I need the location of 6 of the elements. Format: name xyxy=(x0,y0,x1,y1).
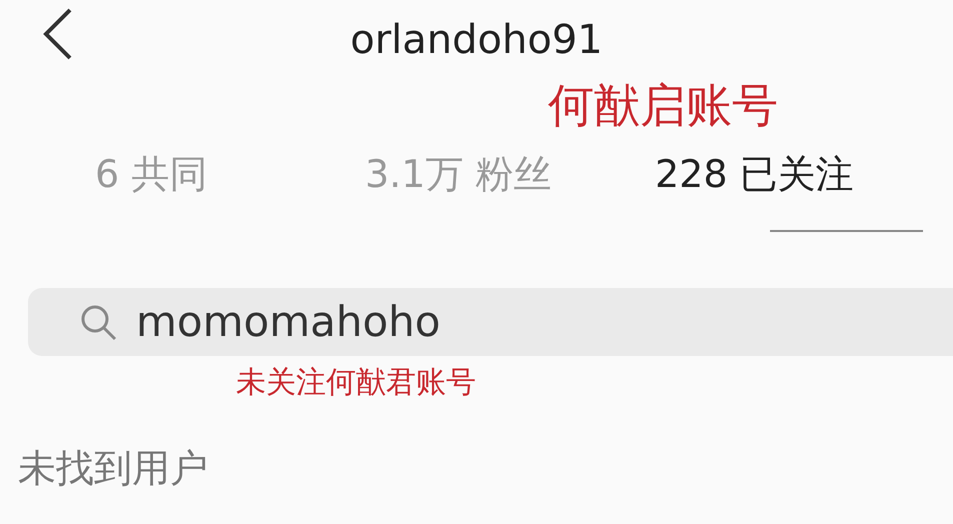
username-title: orlandoho91 xyxy=(350,17,603,63)
search-field[interactable]: momomahoho xyxy=(28,288,953,356)
annotation-text: 未关注何猷君账号 xyxy=(236,364,476,402)
annotation-text: 何猷启账号 xyxy=(548,80,778,131)
empty-message: 未找到用户 xyxy=(18,444,208,492)
stat-label[interactable]: 228 已关注 xyxy=(655,148,854,200)
